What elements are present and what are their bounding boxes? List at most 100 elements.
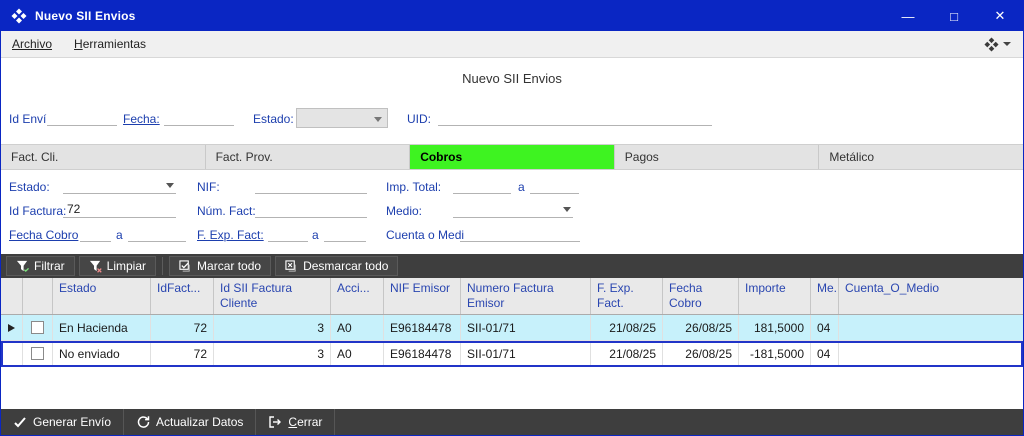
imp-total-from-input[interactable] bbox=[453, 176, 511, 194]
chevron-down-icon bbox=[166, 183, 174, 188]
fecha-cobro-from-input[interactable] bbox=[80, 224, 111, 242]
desmarcar-todo-button[interactable]: Desmarcar todo bbox=[275, 256, 399, 276]
row-checkbox[interactable] bbox=[31, 321, 44, 334]
nif-input[interactable] bbox=[255, 176, 367, 194]
tab-metalico[interactable]: Metálico bbox=[819, 145, 1023, 169]
f-exp-fact-link-label[interactable]: F. Exp. Fact: bbox=[197, 228, 264, 242]
filter-estado-select[interactable] bbox=[63, 176, 176, 194]
estado-header-select[interactable] bbox=[296, 108, 388, 128]
cell-medio: 04 bbox=[811, 341, 839, 366]
col-fecha-cobro[interactable]: Fecha Cobro bbox=[663, 278, 739, 314]
row-indicator-cell bbox=[1, 341, 23, 366]
num-fact-label: Núm. Fact: bbox=[197, 204, 256, 218]
cell-idfact: 72 bbox=[151, 341, 214, 366]
col-nif-emisor[interactable]: NIF Emisor bbox=[384, 278, 461, 314]
id-envio-label: Id Enví bbox=[9, 112, 47, 126]
cell-nif: E96184478 bbox=[384, 341, 461, 366]
uid-input[interactable] bbox=[438, 108, 712, 126]
tab-fact-cli[interactable]: Fact. Cli. bbox=[1, 145, 206, 169]
cell-idfact: 72 bbox=[151, 315, 214, 340]
col-idfact[interactable]: IdFact... bbox=[151, 278, 214, 314]
table-row[interactable]: No enviado 72 3 A0 E96184478 SII-01/71 2… bbox=[1, 341, 1023, 367]
cell-accion: A0 bbox=[331, 315, 384, 340]
imp-total-to-input[interactable] bbox=[530, 176, 579, 194]
cell-accion: A0 bbox=[331, 341, 384, 366]
f-exp-fact-from-input[interactable] bbox=[268, 224, 308, 242]
filter-estado-label: Estado: bbox=[9, 180, 50, 194]
fecha-link-label[interactable]: Fecha: bbox=[123, 112, 160, 126]
estado-header-label: Estado: bbox=[253, 112, 294, 126]
filter-icon bbox=[16, 260, 29, 272]
col-accion[interactable]: Acci... bbox=[331, 278, 384, 314]
cell-numero-factura: SII-01/71 bbox=[461, 341, 591, 366]
generar-envio-button[interactable]: Generar Envío bbox=[1, 409, 125, 435]
menubar: Archivo Herramientas bbox=[1, 31, 1023, 58]
bottom-toolbar: Generar Envío Actualizar Datos Cerrar bbox=[1, 409, 1023, 435]
fecha-cobro-to-input[interactable] bbox=[128, 224, 186, 242]
app-logo-icon bbox=[11, 8, 27, 24]
close-button[interactable]: ✕ bbox=[977, 1, 1023, 31]
filter-clear-icon bbox=[89, 260, 102, 273]
cell-numero-factura: SII-01/71 bbox=[461, 315, 591, 340]
filtrar-button[interactable]: Filtrar bbox=[6, 256, 75, 276]
col-medio[interactable]: Me... bbox=[811, 278, 839, 314]
cuenta-medio-input[interactable] bbox=[460, 224, 580, 242]
fecha-input[interactable] bbox=[164, 108, 234, 126]
col-f-exp-fact[interactable]: F. Exp. Fact. bbox=[591, 278, 663, 314]
actualizar-datos-label: Actualizar Datos bbox=[156, 415, 244, 429]
row-checkbox[interactable] bbox=[31, 347, 44, 360]
col-row-indicator bbox=[1, 278, 23, 314]
medio-select[interactable] bbox=[453, 200, 573, 218]
uncheck-all-icon bbox=[285, 259, 296, 272]
cerrar-button[interactable]: Cerrar bbox=[256, 409, 336, 435]
app-menu-button[interactable] bbox=[984, 36, 1023, 52]
cell-cuenta bbox=[839, 341, 1023, 366]
tab-pagos[interactable]: Pagos bbox=[614, 145, 820, 169]
cell-cuenta bbox=[839, 315, 1023, 340]
minimize-button[interactable]: — bbox=[885, 1, 931, 31]
tab-cobros[interactable]: Cobros bbox=[410, 145, 615, 169]
table-row[interactable]: En Hacienda 72 3 A0 E96184478 SII-01/71 … bbox=[1, 315, 1023, 341]
medio-label: Medio: bbox=[386, 204, 423, 218]
exit-icon bbox=[269, 416, 282, 428]
num-fact-input[interactable] bbox=[255, 200, 367, 218]
f-exp-fact-to-input[interactable] bbox=[324, 224, 366, 242]
actualizar-datos-button[interactable]: Actualizar Datos bbox=[124, 409, 257, 435]
col-estado[interactable]: Estado bbox=[53, 278, 151, 314]
col-importe[interactable]: Importe bbox=[739, 278, 811, 314]
tab-fact-prov[interactable]: Fact. Prov. bbox=[205, 145, 411, 169]
table-header: Estado IdFact... Id SII Factura Cliente … bbox=[1, 278, 1023, 315]
window-title: Nuevo SII Envios bbox=[35, 9, 136, 23]
id-factura-input[interactable] bbox=[63, 200, 176, 218]
cell-fecha-cobro: 26/08/25 bbox=[663, 341, 739, 366]
fecha-cobro-link-label[interactable]: Fecha Cobro bbox=[9, 228, 78, 242]
col-cuenta-o-medio[interactable]: Cuenta_O_Medio bbox=[839, 278, 1023, 314]
limpiar-button[interactable]: Limpiar bbox=[78, 256, 157, 276]
chevron-down-icon bbox=[1003, 42, 1011, 46]
cell-estado: No enviado bbox=[53, 341, 151, 366]
cuenta-medio-label: Cuenta o Medi bbox=[386, 228, 465, 242]
cerrar-label: Cerrar bbox=[288, 415, 323, 429]
cell-nif: E96184478 bbox=[384, 315, 461, 340]
fecha-cobro-range-sep: a bbox=[116, 228, 123, 242]
id-envio-input[interactable] bbox=[47, 108, 117, 126]
cell-importe: -181,5000 bbox=[739, 341, 811, 366]
filter-nif-label: NIF: bbox=[197, 180, 220, 194]
col-numero-factura-emisor[interactable]: Numero Factura Emisor bbox=[461, 278, 591, 314]
grid-toolbar: Filtrar Limpiar Marcar todo Desmarcar to… bbox=[1, 254, 1023, 278]
col-checkbox bbox=[23, 278, 53, 314]
menu-herramientas-label: Herramientas bbox=[74, 37, 147, 51]
menu-archivo[interactable]: Archivo bbox=[1, 31, 63, 57]
toolbar-separator bbox=[162, 257, 164, 275]
col-id-sii-factura-cliente[interactable]: Id SII Factura Cliente bbox=[214, 278, 331, 314]
cell-estado: En Hacienda bbox=[53, 315, 151, 340]
marcar-todo-label: Marcar todo bbox=[197, 259, 262, 273]
marcar-todo-button[interactable]: Marcar todo bbox=[169, 256, 272, 276]
maximize-button[interactable]: □ bbox=[931, 1, 977, 31]
cell-importe: 181,5000 bbox=[739, 315, 811, 340]
desmarcar-todo-label: Desmarcar todo bbox=[303, 259, 389, 273]
menu-herramientas[interactable]: Herramientas bbox=[63, 31, 157, 57]
cell-id-sii: 3 bbox=[214, 341, 331, 366]
refresh-icon bbox=[137, 416, 150, 428]
f-exp-fact-range-sep: a bbox=[312, 228, 319, 242]
